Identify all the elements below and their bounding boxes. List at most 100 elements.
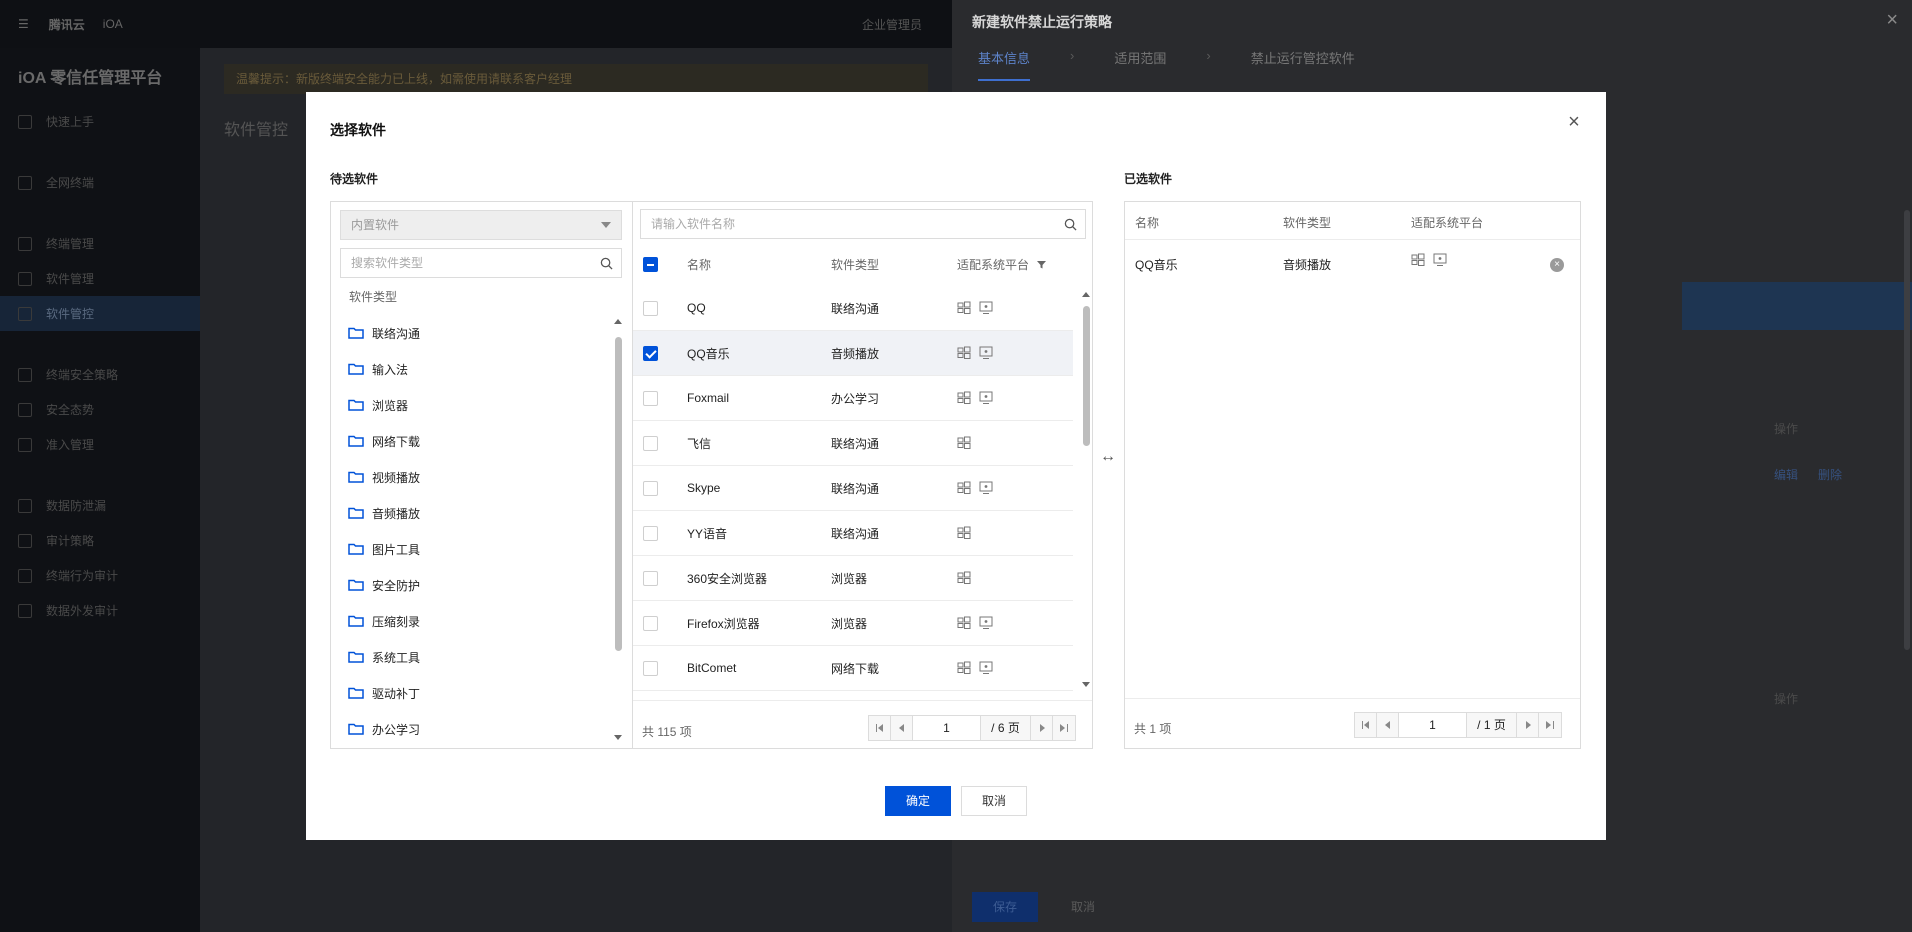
scroll-down-icon[interactable] [1082, 682, 1090, 687]
left-total-count: 共 115 项 [642, 725, 692, 739]
software-row[interactable]: Foxmail 办公学习 [633, 376, 1073, 421]
close-icon[interactable]: × [1564, 112, 1584, 132]
software-row[interactable]: YY语音 联络沟通 [633, 511, 1073, 556]
row-checkbox[interactable] [643, 525, 658, 541]
pending-title: 待选软件 [330, 172, 379, 186]
cancel-button[interactable]: 取消 [961, 786, 1027, 816]
category-scrollbar[interactable] [613, 315, 623, 744]
row-checkbox[interactable] [643, 300, 658, 316]
category-item-label: 联络沟通 [372, 326, 421, 341]
windows-icon [957, 526, 971, 539]
page-input[interactable]: 1 [1399, 713, 1467, 737]
mac-icon [1433, 253, 1447, 266]
filter-icon[interactable] [1037, 260, 1047, 269]
folder-icon [348, 615, 364, 627]
software-scrollbar[interactable] [1080, 290, 1092, 694]
category-item[interactable]: 联络沟通 [331, 315, 621, 351]
folder-icon [348, 507, 364, 519]
confirm-button[interactable]: 确定 [885, 786, 951, 816]
folder-icon [348, 363, 364, 375]
source-select[interactable]: 内置软件 [340, 210, 622, 240]
first-page-button[interactable] [1355, 713, 1377, 737]
windows-icon [957, 391, 971, 404]
category-item-label: 压缩刻录 [372, 614, 421, 629]
row-platforms [957, 436, 971, 450]
category-item[interactable]: 办公学习 [331, 711, 621, 747]
row-platforms [957, 526, 971, 540]
windows-icon [957, 616, 971, 629]
folder-icon [348, 651, 364, 663]
prev-page-button[interactable] [891, 716, 913, 740]
category-item-label: 视频播放 [372, 470, 421, 485]
row-type: 联络沟通 [831, 436, 880, 451]
scroll-thumb[interactable] [1083, 306, 1090, 446]
row-platforms [957, 571, 971, 585]
row-type: 浏览器 [831, 616, 868, 631]
folder-icon [348, 327, 364, 339]
mac-icon [979, 391, 993, 404]
selected-panel: 名称 软件类型 适配系统平台 QQ音乐 音频播放 × 共 1 项 1 / 1 页 [1124, 201, 1581, 749]
name-search-input[interactable]: 请输入软件名称 [640, 209, 1086, 239]
software-row[interactable]: BitComet 网络下载 [633, 646, 1073, 691]
row-checkbox[interactable] [643, 390, 658, 406]
row-name: YY语音 [687, 526, 728, 541]
prev-page-button[interactable] [1377, 713, 1399, 737]
software-row[interactable]: Skype 联络沟通 [633, 466, 1073, 511]
row-checkbox[interactable] [643, 435, 658, 451]
category-item[interactable]: 输入法 [331, 351, 621, 387]
mac-icon [979, 346, 993, 359]
category-item[interactable]: 压缩刻录 [331, 603, 621, 639]
scroll-down-icon[interactable] [614, 735, 622, 740]
select-all-checkbox[interactable] [643, 256, 658, 272]
col-platform[interactable]: 适配系统平台 [957, 256, 1047, 273]
windows-icon [957, 661, 971, 674]
scroll-up-icon[interactable] [614, 319, 622, 324]
software-row[interactable]: 飞信 联络沟通 [633, 421, 1073, 466]
category-item[interactable]: 音频播放 [331, 495, 621, 531]
category-list: 联络沟通输入法浏览器 网络下载视频播放音频播放图片工具安全防护压缩刻录系统工具驱动… [331, 315, 621, 747]
selected-row-platforms [1411, 253, 1447, 267]
row-type: 联络沟通 [831, 526, 880, 541]
category-item[interactable]: 网络下载 [331, 423, 621, 459]
scroll-thumb[interactable] [615, 337, 622, 651]
row-name: BitComet [687, 661, 737, 675]
row-platforms [957, 391, 993, 405]
software-row[interactable]: QQ音乐 音频播放 [633, 331, 1073, 376]
category-item[interactable]: 浏览器 [331, 387, 621, 423]
row-checkbox[interactable] [643, 570, 658, 586]
software-row[interactable]: 360安全浏览器 浏览器 [633, 556, 1073, 601]
selected-table-header: 名称 软件类型 适配系统平台 [1125, 202, 1580, 240]
category-item-label: 图片工具 [372, 542, 421, 557]
category-item[interactable]: 图片工具 [331, 531, 621, 567]
last-page-button[interactable] [1539, 713, 1561, 737]
remove-selected-icon[interactable]: × [1550, 258, 1564, 272]
row-checkbox[interactable] [643, 615, 658, 631]
row-type: 浏览器 [831, 571, 868, 586]
category-item-label: 驱动补丁 [372, 686, 421, 701]
next-page-button[interactable] [1517, 713, 1539, 737]
row-platforms [957, 346, 993, 360]
right-total-count: 共 1 项 [1134, 722, 1172, 736]
row-checkbox[interactable] [643, 480, 658, 496]
software-rows: QQ 联络沟通 QQ音乐 音频播放 Foxmail 办公学习 飞信 联络沟通 Skype 联络沟通… [633, 286, 1073, 691]
category-item[interactable]: 安全防护 [331, 567, 621, 603]
page-input[interactable]: 1 [913, 716, 981, 740]
type-search-input[interactable]: 搜索软件类型 [340, 248, 622, 278]
first-page-button[interactable] [869, 716, 891, 740]
last-page-button[interactable] [1053, 716, 1075, 740]
category-item[interactable]: 视频播放 [331, 459, 621, 495]
page-total: / 1 页 [1467, 713, 1517, 737]
row-checkbox[interactable] [643, 660, 658, 676]
row-name: 飞信 [687, 436, 712, 451]
sel-col-type: 软件类型 [1283, 216, 1332, 230]
row-checkbox[interactable] [643, 345, 658, 361]
category-item[interactable]: 系统工具 [331, 639, 621, 675]
category-item-label: 输入法 [372, 362, 409, 377]
type-search-placeholder: 搜索软件类型 [351, 256, 424, 270]
software-row[interactable]: QQ 联络沟通 [633, 286, 1073, 331]
software-row[interactable]: Firefox浏览器 浏览器 [633, 601, 1073, 646]
software-table-header: 名称 软件类型 适配系统平台 [633, 242, 1079, 286]
next-page-button[interactable] [1031, 716, 1053, 740]
scroll-up-icon[interactable] [1082, 292, 1090, 297]
category-item[interactable]: 驱动补丁 [331, 675, 621, 711]
